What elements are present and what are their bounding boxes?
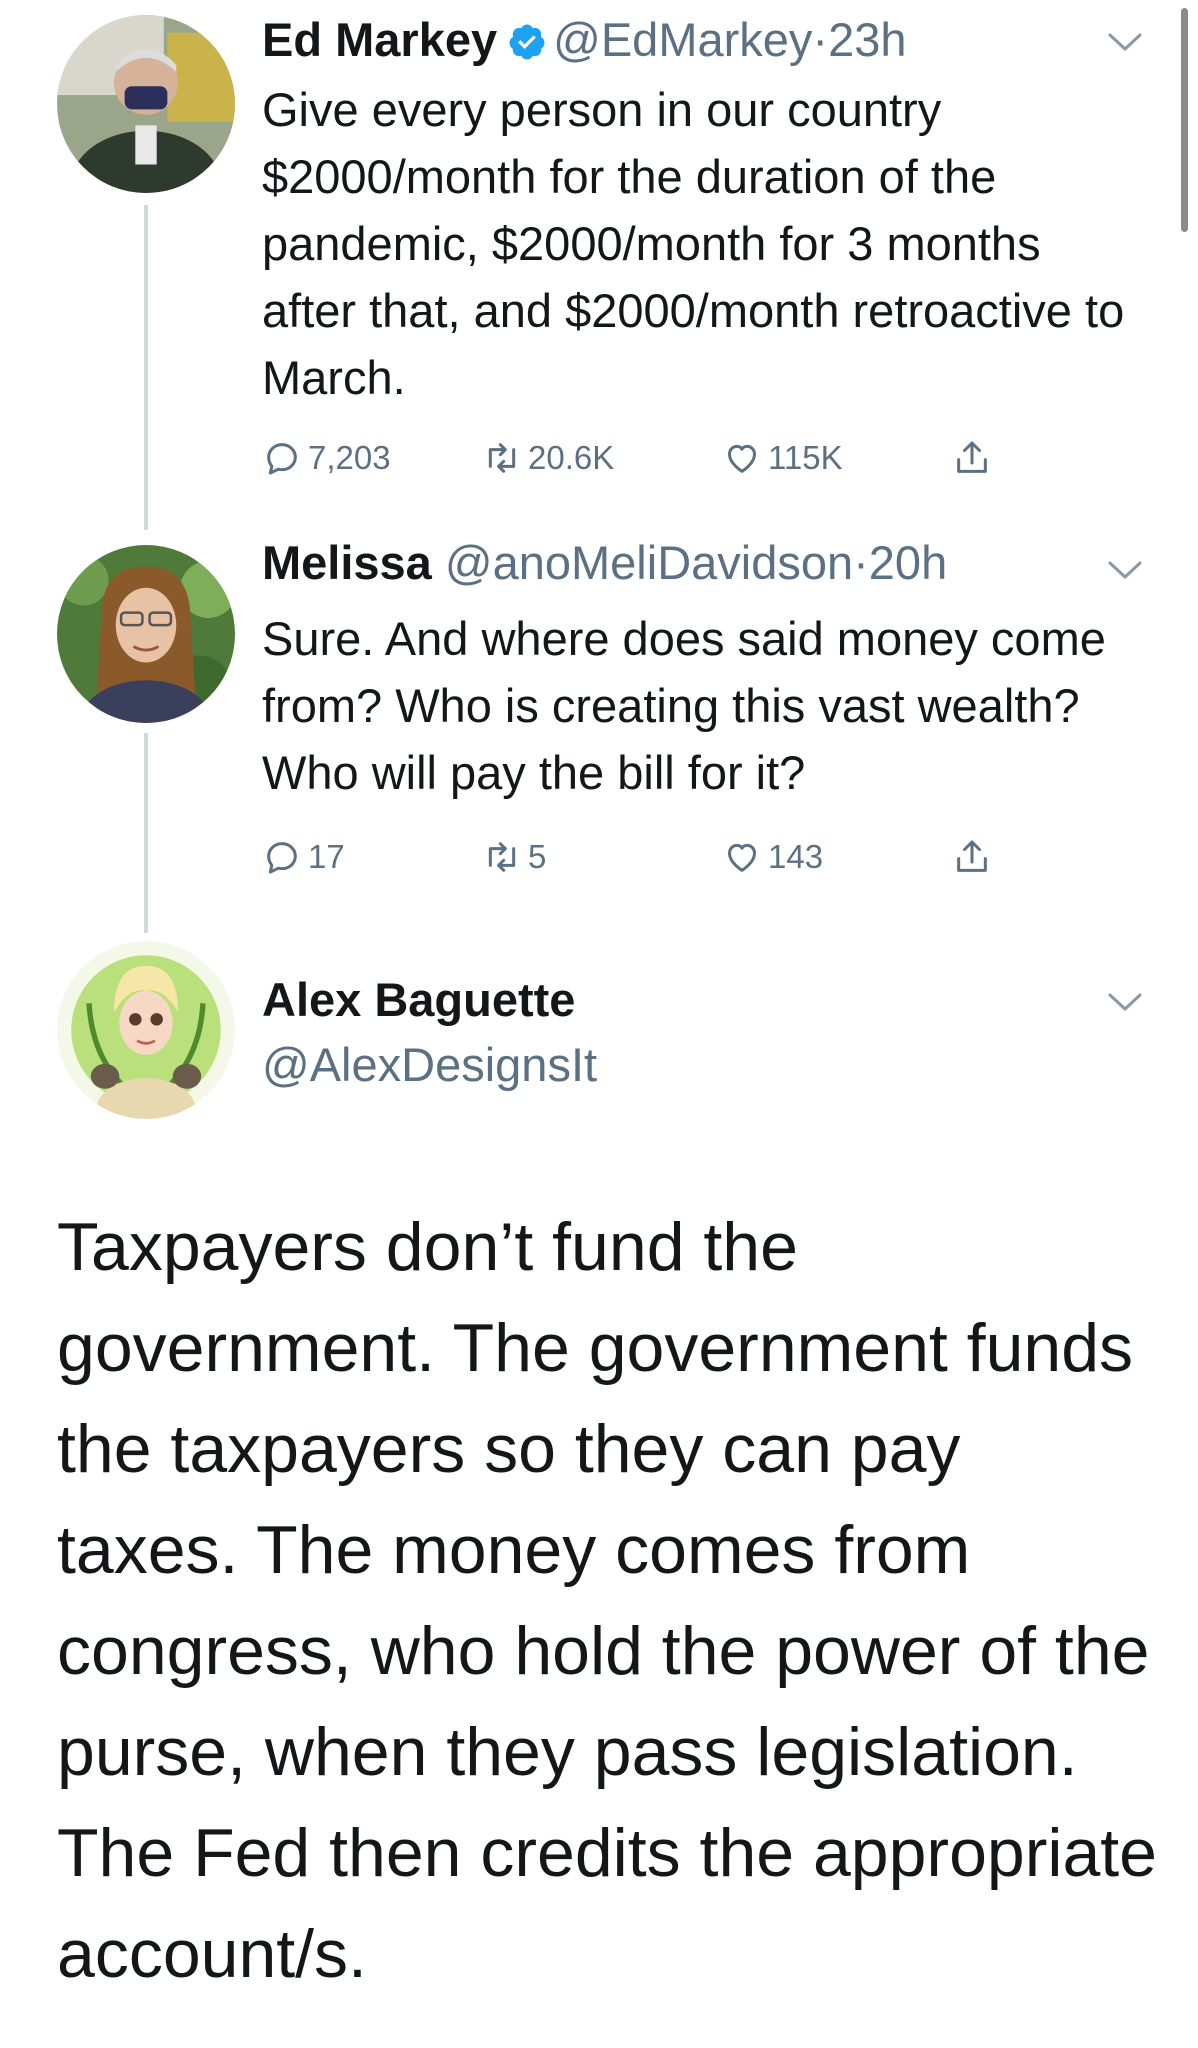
separator-dot: · (853, 536, 869, 589)
avatar[interactable] (57, 941, 235, 1119)
avatar[interactable] (57, 15, 235, 193)
like-button[interactable]: 143 (722, 832, 823, 882)
thread-connector (144, 733, 148, 933)
reply-count: 7,203 (308, 439, 391, 476)
handle[interactable]: @EdMarkey (553, 13, 812, 66)
reply-button[interactable]: 17 (262, 832, 345, 882)
like-icon (728, 843, 756, 872)
share-icon (957, 441, 987, 473)
tweet-header: Melissa @anoMeliDavidson·20h (262, 533, 947, 593)
like-count: 143 (768, 838, 824, 875)
reply-count: 17 (308, 838, 345, 875)
chevron-down-icon[interactable] (1107, 558, 1143, 582)
handle[interactable]: @anoMeliDavidson (445, 536, 853, 589)
separator-dot: · (812, 13, 829, 66)
display-name[interactable]: Alex Baguette (262, 970, 575, 1030)
tweet-text: Taxpayers don’t fund the government. The… (57, 1209, 1157, 1992)
scrollbar[interactable] (1181, 8, 1188, 232)
chevron-down-icon[interactable] (1107, 990, 1143, 1014)
share-button[interactable] (952, 433, 998, 483)
avatar[interactable] (57, 545, 235, 723)
verified-badge-icon (509, 24, 545, 60)
tweet-text: Sure. And where does said money come fro… (262, 612, 1106, 799)
tweet-header: Ed Markey @EdMarkey·23h (262, 10, 906, 70)
retweet-button[interactable]: 20.6K (482, 433, 614, 483)
like-count: 115K (768, 439, 843, 476)
retweet-count: 5 (528, 838, 547, 875)
like-button[interactable]: 115K (722, 433, 843, 483)
timestamp[interactable]: 23h (828, 13, 906, 66)
retweet-icon (488, 842, 516, 872)
display-name[interactable]: Melissa (262, 536, 432, 589)
like-icon (728, 444, 756, 473)
reply-icon (267, 443, 297, 475)
thread-connector (144, 205, 148, 530)
timestamp[interactable]: 20h (869, 536, 947, 589)
tweet-actions: 7,203 20.6K 115K (262, 433, 1022, 483)
retweet-icon (488, 443, 516, 473)
reply-icon (267, 842, 297, 874)
share-button[interactable] (952, 832, 998, 882)
chevron-down-icon[interactable] (1107, 30, 1143, 54)
tweet-text: Give every person in our country $2000/m… (262, 83, 1125, 404)
retweet-button[interactable]: 5 (482, 832, 546, 882)
tweet-actions: 17 5 143 (262, 832, 1022, 882)
reply-button[interactable]: 7,203 (262, 433, 391, 483)
share-icon (957, 840, 987, 872)
display-name[interactable]: Ed Markey (262, 13, 497, 66)
handle[interactable]: @AlexDesignsIt (262, 1035, 597, 1095)
retweet-count: 20.6K (528, 439, 615, 476)
